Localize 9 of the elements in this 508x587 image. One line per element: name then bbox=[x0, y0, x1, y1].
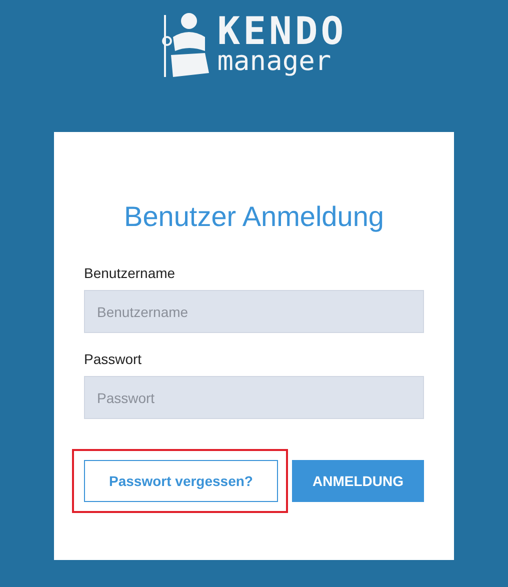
input-field[interactable]: Passwort bbox=[84, 376, 424, 419]
field-label: Benutzername bbox=[84, 265, 176, 281]
logo-title: KENDO bbox=[217, 12, 347, 50]
forgot-password-button[interactable]: Passwort vergessen? bbox=[84, 460, 278, 502]
logo-subtitle: manager bbox=[217, 48, 332, 74]
form-title: Benutzer Anmeldung bbox=[123, 201, 385, 233]
login-button[interactable]: ANMELDUNG bbox=[292, 460, 424, 502]
input-field[interactable]: Benutzername bbox=[84, 290, 424, 333]
field-label: Passwort bbox=[84, 351, 143, 367]
